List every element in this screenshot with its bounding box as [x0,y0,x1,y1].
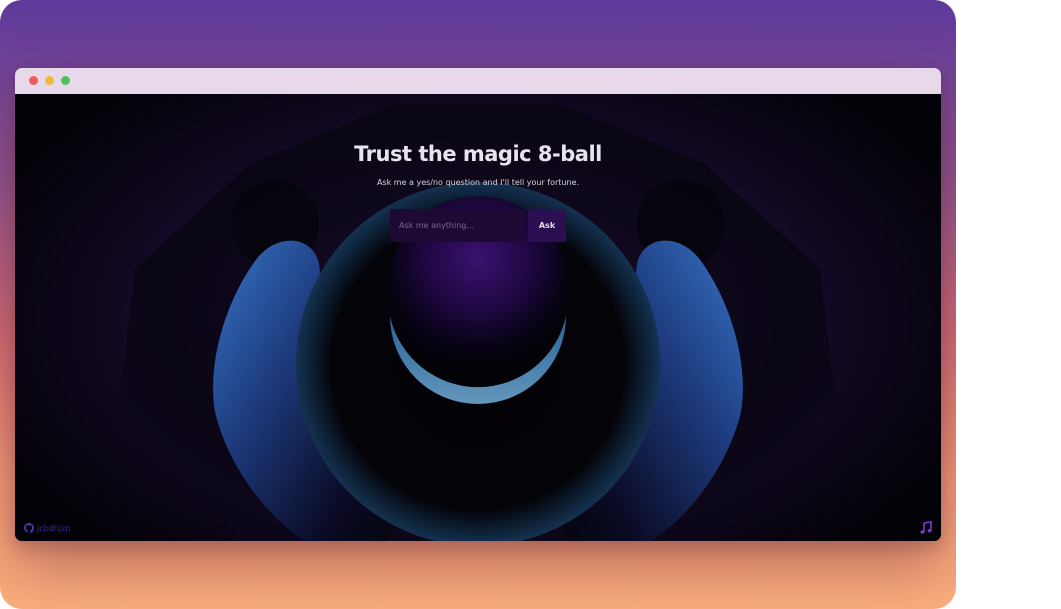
music-note-icon[interactable] [919,521,933,535]
browser-window: Trust the magic 8-ball Ask me a yes/no q… [15,68,941,541]
maximize-window-button[interactable] [61,76,70,85]
ask-button[interactable]: Ask [528,209,566,242]
github-link[interactable]: jcbdhjzn [24,522,70,534]
page-title: Trust the magic 8-ball [354,142,602,166]
github-username: jcbdhjzn [37,523,71,533]
page-subtitle: Ask me a yes/no question and I'll tell y… [376,178,580,187]
app-viewport: Trust the magic 8-ball Ask me a yes/no q… [15,94,941,541]
gradient-backdrop: Trust the magic 8-ball Ask me a yes/no q… [0,0,956,609]
github-icon [24,523,34,533]
window-titlebar [15,68,941,94]
close-window-button[interactable] [29,76,38,85]
question-form: Ask [390,209,567,242]
minimize-window-button[interactable] [45,76,54,85]
question-input[interactable] [390,209,525,242]
